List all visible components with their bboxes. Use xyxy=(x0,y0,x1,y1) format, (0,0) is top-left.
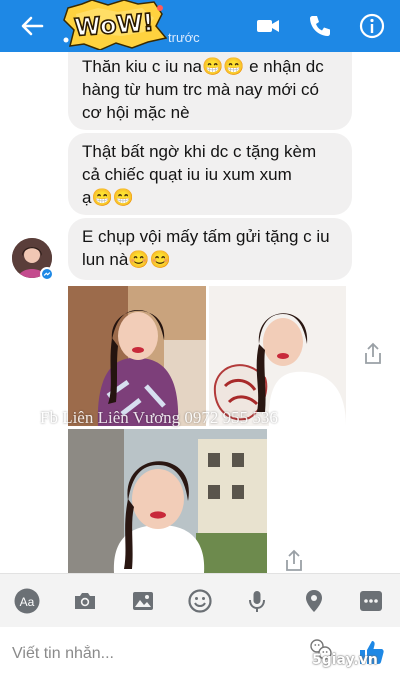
chat-header: WoW! trước xyxy=(0,0,400,52)
messenger-badge-icon xyxy=(40,267,54,281)
aa-label: Aa xyxy=(20,595,35,609)
svg-text:WoW!: WoW! xyxy=(73,8,154,41)
location-icon[interactable] xyxy=(301,588,327,614)
composer-toolbar: Aa xyxy=(0,573,400,627)
message-line: E chụp vội mấy tấm gửi tặng c iu xyxy=(82,227,330,246)
message-line: Thật bất ngờ khi dc c tặng kèm xyxy=(82,142,317,161)
shared-photo[interactable] xyxy=(68,286,206,426)
message-line: cơ hội mặc nè xyxy=(82,103,190,122)
image-icon[interactable] xyxy=(130,588,156,614)
message-bubble[interactable]: Thăn kiu c iu na😁😁 e nhận dc hàng từ hum… xyxy=(68,52,352,130)
message-line: hàng từ hum trc mà nay mới có xyxy=(82,80,320,99)
share-icon[interactable] xyxy=(283,549,305,573)
shared-photo[interactable] xyxy=(68,429,267,573)
message-input[interactable] xyxy=(12,641,292,667)
phone-icon[interactable] xyxy=(306,12,334,40)
back-arrow-icon[interactable] xyxy=(18,12,46,40)
message-line: lun nà😊😊 xyxy=(82,250,171,269)
microphone-icon[interactable] xyxy=(244,588,270,614)
message-line: Thăn kiu c iu na😁😁 e nhận dc xyxy=(82,57,324,76)
message-bubble[interactable]: Thật bất ngờ khi dc c tặng kèm cả chiếc … xyxy=(68,133,352,215)
brand-watermark: 5giay.vn xyxy=(312,652,378,668)
message-line: cả chiếc quạt iu iu xum xum xyxy=(82,165,292,184)
emoji-icon[interactable] xyxy=(187,588,213,614)
message-line: ạ😁😁 xyxy=(82,188,134,207)
camera-icon[interactable] xyxy=(72,588,98,614)
message-thread[interactable]: Thăn kiu c iu na😁😁 e nhận dc hàng từ hum… xyxy=(0,52,400,573)
share-icon[interactable] xyxy=(362,342,384,366)
more-icon[interactable] xyxy=(358,588,384,614)
active-status: trước xyxy=(168,30,200,45)
watermark-text: Fb Liên Liên Vương 0972 955 536 xyxy=(40,408,278,427)
message-bubble[interactable]: E chụp vội mấy tấm gửi tặng c iu lun nà😊… xyxy=(68,218,352,280)
video-call-icon[interactable] xyxy=(254,12,282,40)
info-icon[interactable] xyxy=(358,12,386,40)
text-format-icon[interactable]: Aa xyxy=(14,588,40,614)
wow-logo: WoW! xyxy=(63,0,168,50)
shared-photo[interactable] xyxy=(209,286,346,426)
